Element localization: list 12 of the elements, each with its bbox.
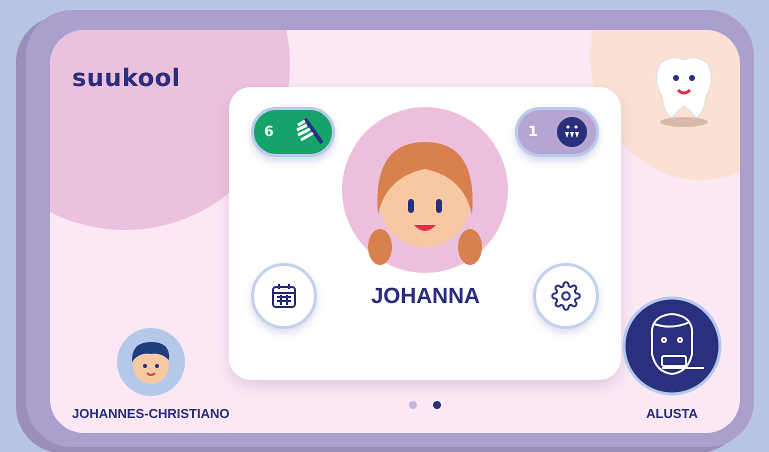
profile-name: JOHANNA bbox=[371, 282, 480, 308]
calendar-icon bbox=[270, 282, 298, 310]
brush-count-badge: 6 bbox=[251, 107, 336, 157]
smile-icon bbox=[556, 117, 587, 147]
logo: suukool bbox=[72, 64, 180, 92]
settings-icon bbox=[551, 280, 582, 310]
profile-switch-button[interactable]: JOHANNES-CHRISTIANO bbox=[72, 328, 230, 421]
boy-avatar-drawing bbox=[116, 328, 185, 396]
start-button[interactable]: ALUSTA bbox=[622, 296, 722, 421]
pager-dot[interactable] bbox=[433, 401, 442, 409]
pager-dot[interactable] bbox=[409, 401, 418, 409]
smile-count-badge: 1 bbox=[515, 107, 600, 157]
